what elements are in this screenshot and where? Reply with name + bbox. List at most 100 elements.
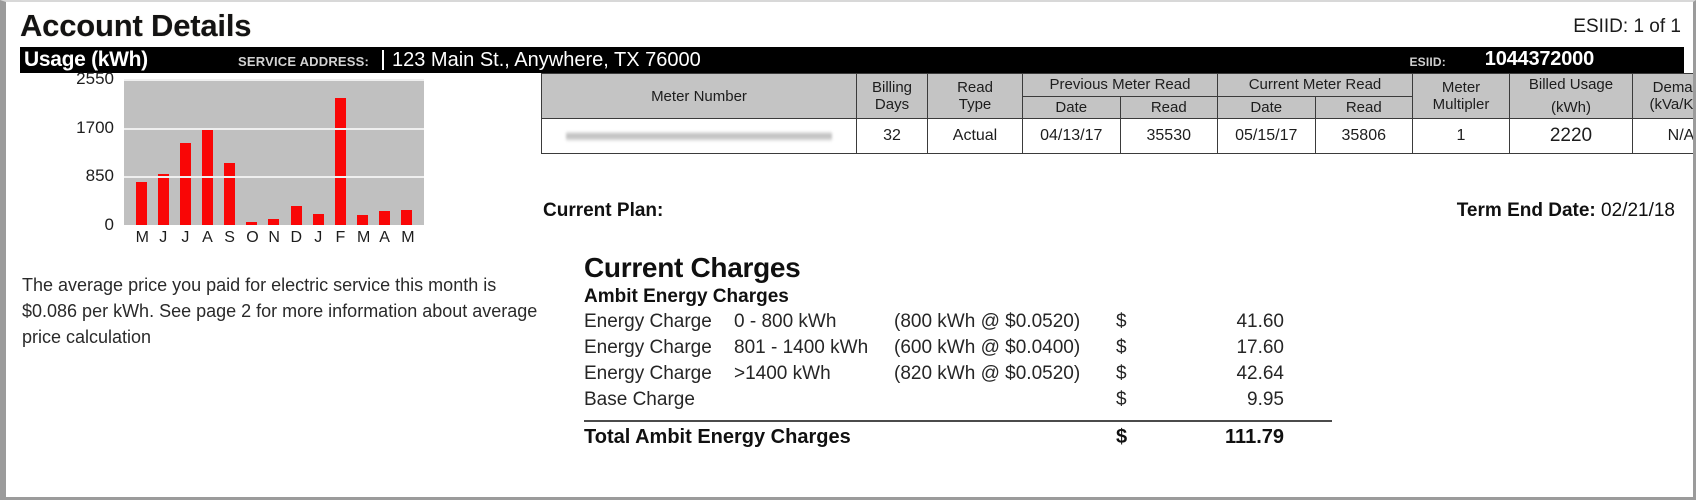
th-meter-multiplier-line2: Multipler bbox=[1432, 96, 1490, 113]
th-demand-unit: (kVa/KW) bbox=[1649, 96, 1694, 113]
chart-plot-area bbox=[124, 79, 424, 225]
chart-x-tick: A bbox=[379, 229, 390, 246]
chart-x-axis: MJJASONDJFMAM bbox=[124, 229, 424, 247]
th-read-type: Read Type bbox=[927, 73, 1023, 119]
service-address-value: 123 Main St., Anywhere, TX 76000 bbox=[392, 49, 701, 71]
usage-header-bar: Usage (kWh) SERVICE ADDRESS: 123 Main St… bbox=[20, 47, 1684, 73]
charge-amount: 42.64 bbox=[1236, 363, 1284, 384]
meter-read-table: Meter Number Billing Days Read Type Prev… bbox=[541, 73, 1693, 154]
chart-x-tick: J bbox=[181, 229, 190, 246]
cell-previous-read: 35530 bbox=[1119, 118, 1218, 154]
term-end-date-label: Term End Date: bbox=[1456, 200, 1596, 221]
charge-description: Base Charge bbox=[584, 389, 695, 410]
service-address-label: SERVICE ADDRESS: bbox=[238, 54, 370, 69]
charge-calculation: (800 kWh @ $0.0520) bbox=[894, 311, 1081, 332]
divider bbox=[382, 50, 384, 70]
total-charges-row: Total Ambit Energy Charges $ 111.79 bbox=[584, 426, 1344, 449]
chart-x-tick: F bbox=[335, 229, 346, 246]
th-demand-line1: Demand bbox=[1652, 79, 1693, 96]
charge-amount: 9.95 bbox=[1247, 389, 1284, 410]
chart-bar bbox=[312, 214, 324, 225]
ambit-energy-charges-subtitle: Ambit Energy Charges bbox=[584, 286, 789, 307]
th-billed-usage-line1: Billed Usage bbox=[1528, 76, 1614, 93]
chart-y-tick: 1700 bbox=[76, 117, 114, 137]
th-curr-date: Date bbox=[1217, 95, 1316, 119]
cell-previous-date: 04/13/17 bbox=[1022, 118, 1121, 154]
account-details-page: Account Details ESIID: 1 of 1 Usage (kWh… bbox=[0, 0, 1696, 500]
current-plan-label-text: Current Plan: bbox=[543, 200, 664, 221]
th-billed-usage-unit: (kWh) bbox=[1551, 99, 1591, 116]
chart-x-tick: J bbox=[159, 229, 168, 246]
chart-x-tick: D bbox=[290, 229, 303, 246]
th-previous-meter-read: Previous Meter Read bbox=[1022, 73, 1218, 97]
th-billing-days: Billing Days bbox=[856, 73, 928, 119]
th-meter-multiplier-line1: Meter bbox=[1441, 79, 1481, 96]
current-charges-section: Current Charges Ambit Energy Charges Ene… bbox=[584, 252, 1344, 449]
cell-current-read: 35806 bbox=[1314, 118, 1413, 154]
charge-currency: $ bbox=[1116, 311, 1127, 332]
charge-row: Base Charge $9.95 bbox=[584, 389, 1344, 415]
charge-amount: 17.60 bbox=[1236, 337, 1284, 358]
esiid-count: ESIID: 1 of 1 bbox=[1573, 16, 1681, 37]
th-read-type-line2: Type bbox=[958, 96, 992, 113]
th-prev-read: Read bbox=[1119, 95, 1218, 119]
th-billing-days-line2: Days bbox=[874, 96, 910, 113]
chart-x-tick: A bbox=[202, 229, 213, 246]
chart-y-tick: 0 bbox=[104, 215, 114, 234]
total-charges-amount: 111.79 bbox=[1225, 426, 1284, 448]
cell-billing-days: 32 bbox=[856, 118, 928, 154]
charge-tier: >1400 kWh bbox=[734, 363, 831, 384]
cell-demand: N/A bbox=[1632, 118, 1693, 154]
cell-current-date: 05/15/17 bbox=[1217, 118, 1316, 154]
total-charges-currency: $ bbox=[1116, 426, 1128, 448]
average-price-note: The average price you paid for electric … bbox=[22, 275, 538, 347]
chart-bar bbox=[246, 221, 258, 225]
th-billing-days-line1: Billing bbox=[871, 79, 913, 96]
charge-rows: Energy Charge 0 - 800 kWh (800 kWh @ $0.05… bbox=[584, 311, 1344, 415]
th-billed-usage: Billed Usage (kWh) bbox=[1509, 73, 1633, 119]
th-demand: Demand (kVa/KW) bbox=[1632, 73, 1694, 119]
th-curr-read: Read bbox=[1314, 95, 1413, 119]
usage-bar-chart: 0 850 1700 2550 MJJASONDJFMAM bbox=[20, 69, 425, 253]
redacted-meter-number bbox=[566, 130, 832, 142]
charge-tier: 801 - 1400 kWh bbox=[734, 337, 869, 358]
chart-x-tick: O bbox=[246, 229, 259, 246]
charge-currency: $ bbox=[1116, 363, 1127, 384]
chart-x-tick: J bbox=[314, 229, 323, 246]
current-plan-label: Current Plan: bbox=[543, 200, 663, 222]
charge-row: Energy Charge 801 - 1400 kWh (600 kWh @ $0… bbox=[584, 337, 1344, 363]
th-meter-number: Meter Number bbox=[541, 73, 857, 119]
chart-gridline bbox=[124, 176, 424, 179]
chart-x-tick: N bbox=[268, 229, 280, 246]
chart-gridline bbox=[124, 127, 424, 130]
chart-gridline bbox=[124, 79, 424, 81]
chart-bar bbox=[356, 214, 368, 225]
charge-row: Energy Charge >1400 kWh (820 kWh @ $0.0520… bbox=[584, 363, 1344, 389]
charge-amount: 41.60 bbox=[1236, 311, 1284, 332]
chart-bar bbox=[290, 205, 302, 225]
chart-bar bbox=[268, 218, 280, 225]
esiid-value: 1044372000 bbox=[1484, 48, 1594, 70]
th-read-type-line1: Read bbox=[957, 79, 993, 96]
esiid-label: ESIID: bbox=[1409, 55, 1446, 69]
chart-y-tick: 850 bbox=[85, 166, 114, 186]
chart-y-axis: 0 850 1700 2550 bbox=[20, 69, 120, 234]
chart-bar bbox=[401, 209, 413, 225]
chart-bar bbox=[379, 210, 391, 225]
chart-bar bbox=[135, 181, 147, 225]
charge-calculation: (600 kWh @ $0.0400) bbox=[894, 337, 1081, 358]
chart-x-tick: M bbox=[135, 229, 149, 246]
charge-description: Energy Charge bbox=[584, 337, 712, 358]
table-header-row-1: Meter Number Billing Days Read Type Prev… bbox=[541, 73, 1693, 119]
charge-tier: 0 - 800 kWh bbox=[734, 311, 837, 332]
chart-bar bbox=[334, 97, 346, 225]
charge-description: Energy Charge bbox=[584, 363, 712, 384]
term-end-date: Term End Date: 02/21/18 bbox=[1457, 200, 1675, 222]
charge-currency: $ bbox=[1116, 337, 1127, 358]
th-current-meter-read: Current Meter Read bbox=[1217, 73, 1413, 97]
charge-calculation: (820 kWh @ $0.0520) bbox=[894, 363, 1081, 384]
term-end-date-value: 02/21/18 bbox=[1601, 200, 1675, 221]
total-charges-label: Total Ambit Energy Charges bbox=[584, 426, 851, 448]
table-row: 32 Actual 04/13/17 35530 05/15/17 35806 … bbox=[541, 118, 1693, 154]
chart-bar bbox=[157, 174, 169, 225]
